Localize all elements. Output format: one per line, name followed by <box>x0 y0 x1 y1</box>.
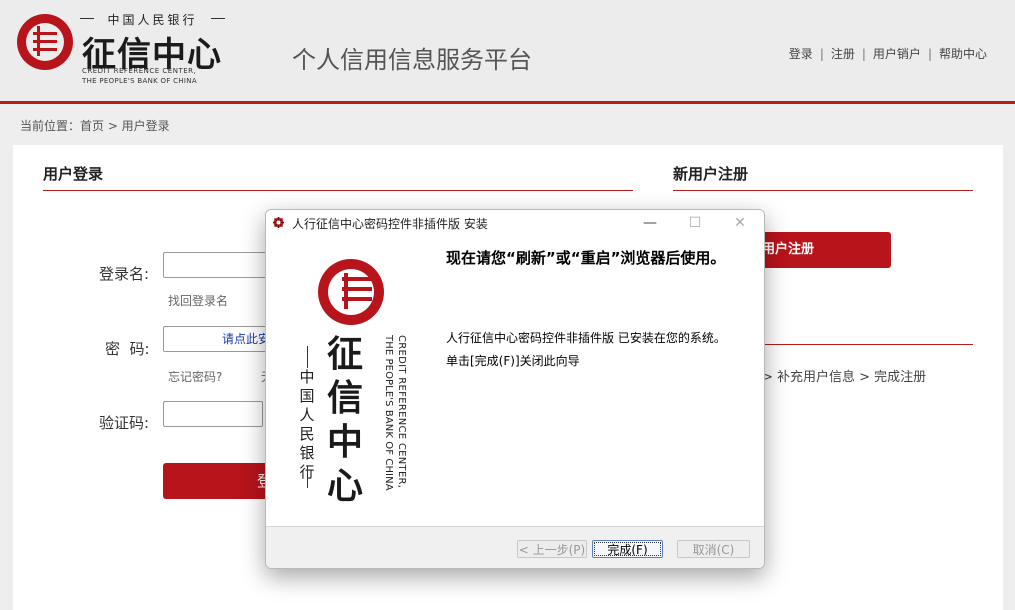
login-button[interactable]: 登 <box>163 463 273 499</box>
logo-top-text: 中国人民银行 <box>80 11 225 28</box>
dialog-installed-message: 人行征信中心密码控件非插件版 已安装在您的系统。 <box>446 331 726 345</box>
maximize-icon[interactable]: ☐ <box>684 213 706 233</box>
close-icon[interactable]: ✕ <box>729 213 751 233</box>
password-input[interactable]: 请点此安 <box>163 326 273 352</box>
register-section-title: 新用户注册 <box>673 165 749 183</box>
username-label: 登录名: <box>99 265 150 283</box>
login-section-divider <box>43 190 633 191</box>
pbc-seal-logo-icon <box>17 14 73 70</box>
site-header: 中国人民银行 征信中心 CREDIT REFERENCE CENTER, THE… <box>0 0 1015 104</box>
nav-register-link[interactable]: 注册 <box>831 47 855 61</box>
forgot-password-link[interactable]: 忘记密码? <box>168 368 222 385</box>
installer-dialog: 人行征信中心密码控件非插件版 安装 — ☐ ✕ 中国人民银行 征信中心 CRED… <box>265 209 765 569</box>
logo-divider-line <box>307 346 308 368</box>
dialog-logo-english-line1: CREDIT REFERENCE CENTER, <box>396 335 407 489</box>
captcha-label: 验证码: <box>99 414 150 432</box>
logo-english-line1: CREDIT REFERENCE CENTER, <box>82 67 197 75</box>
nav-separator: | <box>861 47 866 61</box>
dialog-finish-instruction: 单击[完成(F)]关闭此向导 <box>446 354 580 368</box>
username-input[interactable] <box>163 252 273 278</box>
logo-english-line2: THE PEOPLE'S BANK OF CHINA <box>82 77 197 85</box>
nav-login-link[interactable]: 登录 <box>789 47 813 61</box>
top-nav-links: 登录 | 注册 | 用户销户 | 帮助中心 <box>789 45 987 62</box>
nav-separator: | <box>927 47 932 61</box>
nav-deregister-link[interactable]: 用户销户 <box>873 47 921 61</box>
platform-title: 个人信用信息服务平台 <box>292 46 532 74</box>
dialog-logo-big-text: 征信中心 <box>326 333 363 507</box>
dialog-logo-small-text: 中国人民银行 <box>299 368 315 481</box>
captcha-input[interactable] <box>163 401 263 427</box>
back-button[interactable]: < 上一步(P) <box>517 540 587 558</box>
password-label: 密 码: <box>105 340 150 358</box>
logo-divider-line <box>307 466 308 488</box>
register-steps: > 补充用户信息 > 完成注册 <box>762 370 927 385</box>
cancel-button[interactable]: 取消(C) <box>677 540 750 558</box>
dialog-heading: 现在请您“刷新”或“重启”浏览器后使用。 <box>446 249 726 267</box>
dialog-titlebar[interactable]: 人行征信中心密码控件非插件版 安装 — ☐ ✕ <box>266 210 764 236</box>
dialog-logo-panel: 中国人民银行 征信中心 CREDIT REFERENCE CENTER, THE… <box>266 236 416 526</box>
installer-app-icon <box>273 217 284 228</box>
dialog-button-bar: < 上一步(P) 完成(F) 取消(C) <box>266 526 764 568</box>
dialog-logo-english-line2: THE PEOPLE'S BANK OF CHINA <box>383 335 394 491</box>
find-username-link[interactable]: 找回登录名 <box>168 292 228 309</box>
nav-help-link[interactable]: 帮助中心 <box>939 47 987 61</box>
finish-button[interactable]: 完成(F) <box>592 540 663 558</box>
minimize-icon[interactable]: — <box>639 213 661 233</box>
breadcrumb: 当前位置：首页 > 用户登录 <box>20 119 170 133</box>
login-section-title: 用户登录 <box>43 165 104 183</box>
dialog-title: 人行征信中心密码控件非插件版 安装 <box>292 217 488 231</box>
register-section-divider <box>673 190 973 191</box>
pbc-seal-logo-icon <box>318 259 384 325</box>
nav-separator: | <box>819 47 824 61</box>
